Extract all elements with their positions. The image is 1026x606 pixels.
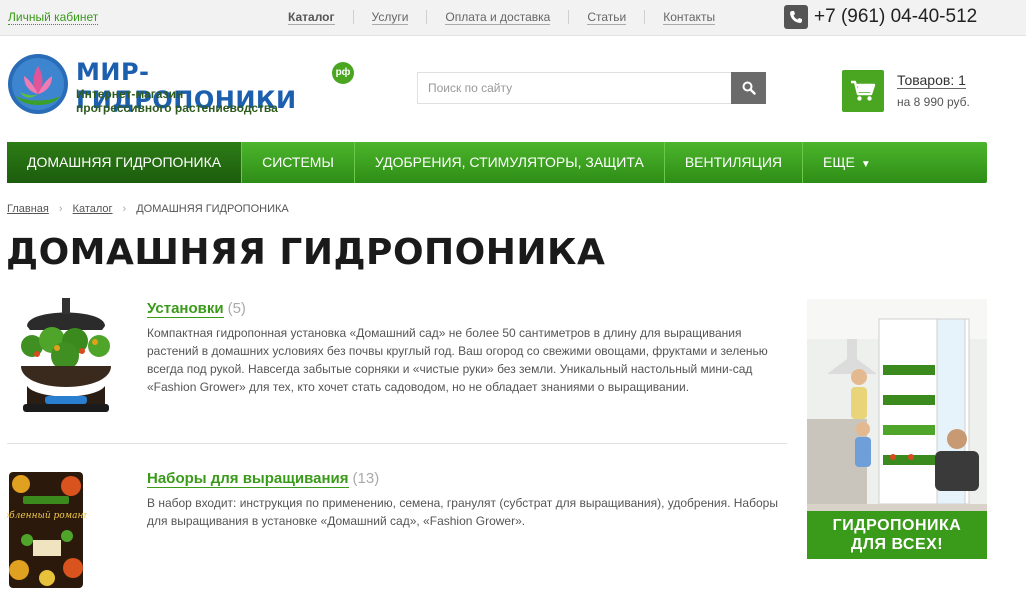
main-nav: Домашняя гидропоника Системы Удобрения, … [7,142,987,183]
top-nav-articles[interactable]: Статьи [568,10,644,25]
category-description: В набор входит: инструкция по применению… [147,496,778,528]
cart-sum: на 8 990 руб. [897,95,970,109]
logo-tagline: Интернет-магазин прогрессивного растение… [76,87,278,115]
category-item: Установки (5) Компактная гидропонная уста… [7,296,787,444]
promo-banner[interactable]: ГИДРОПОНИКА ДЛЯ ВСЕХ! [807,299,987,559]
cart-icon [851,80,876,101]
phone-icon [784,5,808,29]
breadcrumb-current: ДОМАШНЯЯ ГИДРОПОНИКА [136,203,289,215]
category-count: (5) [227,300,246,317]
nav-home-hydroponics[interactable]: Домашняя гидропоника [7,142,243,183]
seed-kit-pack-text: Влюбленный романтик [7,510,87,521]
top-nav-payment-delivery[interactable]: Оплата и доставка [426,10,568,25]
category-description: Компактная гидропонная установка «Домашн… [147,326,768,394]
category-title: Установки (5) [147,300,246,318]
cart-count-link[interactable]: Товаров: 1 [897,72,966,89]
nav-fertilizers[interactable]: Удобрения, стимуляторы, защита [355,142,665,183]
category-count: (13) [352,470,380,487]
chevron-right-icon: › [122,203,127,215]
top-nav-contacts[interactable]: Контакты [644,10,733,25]
search-form [417,72,766,104]
logo-lotus-icon [8,54,68,114]
phone-block: +7 (961) 04-40-512 [784,5,977,29]
site-logo[interactable]: МИР-ГИДРОПОНИКИ рф Интернет-магазин прог… [6,52,366,122]
nav-more[interactable]: Еще ▼ [803,142,891,183]
nav-systems[interactable]: Системы [242,142,355,183]
top-nav-catalog[interactable]: Каталог [270,10,353,25]
chevron-down-icon: ▼ [860,159,871,170]
category-link[interactable]: Наборы для выращивания [147,470,349,488]
category-item: Влюбленный романтик Наборы для выращиван… [7,466,787,606]
nav-ventilation[interactable]: Вентиляция [665,142,804,183]
category-title: Наборы для выращивания (13) [147,470,380,488]
breadcrumb: Главная › Каталог › ДОМАШНЯЯ ГИДРОПОНИКА [7,203,289,215]
category-image-seed-kit[interactable]: Влюбленный романтик [7,466,87,590]
category-image-grow-unit[interactable] [7,296,125,420]
cart-button[interactable] [842,70,884,112]
top-nav-services[interactable]: Услуги [352,10,427,25]
search-input[interactable] [417,72,731,104]
cart-summary: Товаров: 1 на 8 990 руб. [897,72,970,109]
breadcrumb-home[interactable]: Главная [7,203,49,215]
breadcrumb-catalog[interactable]: Каталог [73,203,113,215]
chevron-right-icon: › [58,203,63,215]
top-bar: Личный кабинет Каталог Услуги Оплата и д… [0,0,1026,36]
search-button[interactable] [731,72,766,104]
phone-number[interactable]: +7 (961) 04-40-512 [814,5,977,29]
cart-widget: Товаров: 1 на 8 990 руб. [842,70,970,112]
account-link[interactable]: Личный кабинет [8,10,99,25]
top-nav: Каталог Услуги Оплата и доставка Статьи … [270,10,733,25]
category-link[interactable]: Установки [147,300,224,318]
logo-rf-badge: рф [332,62,354,84]
search-icon [742,81,756,95]
promo-banner-caption: ГИДРОПОНИКА ДЛЯ ВСЕХ! [807,511,987,559]
page-title: ДОМАШНЯЯ ГИДРОПОНИКА [6,232,606,273]
